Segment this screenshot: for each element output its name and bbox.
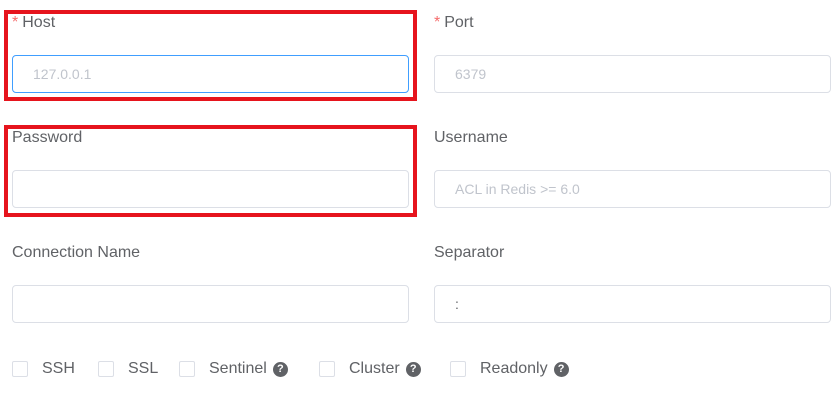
checkbox-box[interactable] — [450, 361, 466, 377]
readonly-checkbox[interactable]: Readonly ? — [450, 358, 569, 380]
username-input[interactable] — [434, 170, 831, 208]
username-label: Username — [434, 129, 508, 146]
checkbox-box[interactable] — [319, 361, 335, 377]
sentinel-checkbox[interactable]: Sentinel ? — [179, 358, 288, 380]
checkbox-box[interactable] — [179, 361, 195, 377]
connection-name-label: Connection Name — [12, 244, 141, 261]
separator-label: Separator — [434, 244, 505, 261]
host-highlight-box — [4, 10, 417, 101]
ssh-label: SSH — [42, 360, 75, 377]
port-input[interactable] — [434, 55, 831, 93]
readonly-label: Readonly — [480, 360, 548, 377]
separator-input[interactable] — [434, 285, 831, 323]
help-icon[interactable]: ? — [553, 361, 569, 377]
checkbox-box[interactable] — [12, 361, 28, 377]
port-label: * Port — [434, 14, 474, 31]
connection-name-input[interactable] — [12, 285, 409, 323]
password-highlight-box — [4, 125, 417, 217]
cluster-checkbox[interactable]: Cluster ? — [319, 358, 421, 380]
checkbox-box[interactable] — [98, 361, 114, 377]
ssh-checkbox[interactable]: SSH — [12, 358, 75, 380]
help-icon[interactable]: ? — [272, 361, 288, 377]
help-icon[interactable]: ? — [405, 361, 421, 377]
sentinel-label: Sentinel — [209, 360, 267, 377]
ssl-checkbox[interactable]: SSL — [98, 358, 158, 380]
ssl-label: SSL — [128, 360, 159, 377]
required-mark: * — [434, 14, 441, 31]
cluster-label: Cluster — [349, 360, 400, 377]
